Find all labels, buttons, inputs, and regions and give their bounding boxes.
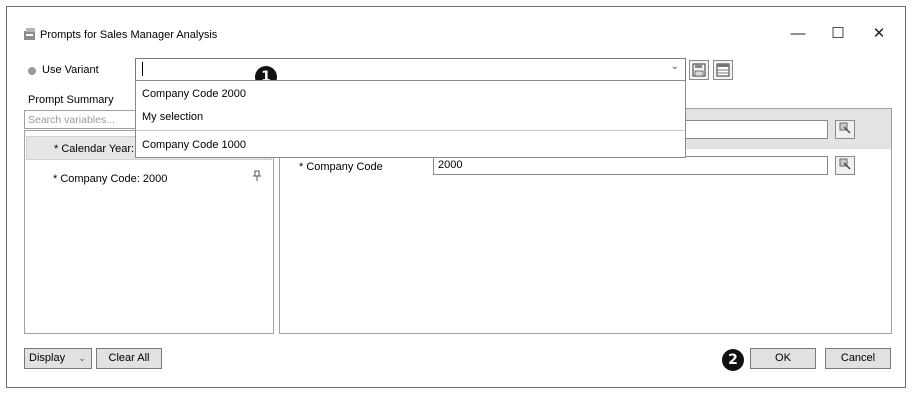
callout-badge-2: 2 [722,349,744,371]
calendar-year-field[interactable] [685,120,828,139]
prompt-summary-list: * Calendar Year: 2 * Company Code: 2000 [24,130,274,334]
chevron-down-icon[interactable]: ⌄ [671,61,679,72]
summary-item[interactable]: * Company Code: 2000 [26,167,272,189]
save-variant-button[interactable] [689,60,709,80]
variant-option[interactable]: Company Code 2000 [142,88,246,100]
minimize-button[interactable]: — [781,22,815,46]
use-variant-label: Use Variant [42,64,99,76]
company-code-label: * Company Code [299,161,383,173]
clear-all-button[interactable]: Clear All [96,348,162,369]
dropdown-separator [136,130,685,131]
window-title: Prompts for Sales Manager Analysis [40,29,218,41]
maximize-button[interactable]: ☐ [821,22,855,46]
text-caret [142,62,143,76]
value-picker-icon [838,158,852,174]
company-code-field[interactable]: 2000 [433,156,828,175]
table-icon [714,63,732,82]
company-code-picker-button[interactable] [835,156,855,175]
variant-combobox[interactable]: ⌄ [135,58,686,81]
close-button[interactable]: ✕ [862,22,896,46]
variant-option[interactable]: My selection [142,111,203,123]
value-picker-icon [838,122,852,138]
variant-bullet-icon [28,67,36,75]
cancel-button[interactable]: Cancel [825,348,891,369]
prompt-summary-label: Prompt Summary [28,94,114,106]
window-app-icon [23,27,37,41]
calendar-year-picker-button[interactable] [835,120,855,139]
display-dropdown[interactable]: Display ⌄ [24,348,92,369]
save-icon [690,63,708,82]
chevron-down-icon: ⌄ [78,353,86,363]
ok-button[interactable]: OK [750,348,816,369]
summary-item-label: * Calendar Year: 2 [54,143,144,155]
summary-item-label: * Company Code: 2000 [53,173,168,185]
pin-icon[interactable] [252,170,262,185]
variant-option[interactable]: Company Code 1000 [142,139,246,151]
display-label: Display [29,352,66,364]
manage-variants-button[interactable] [713,60,733,80]
variant-dropdown-list: Company Code 2000 My selection Company C… [135,80,686,158]
